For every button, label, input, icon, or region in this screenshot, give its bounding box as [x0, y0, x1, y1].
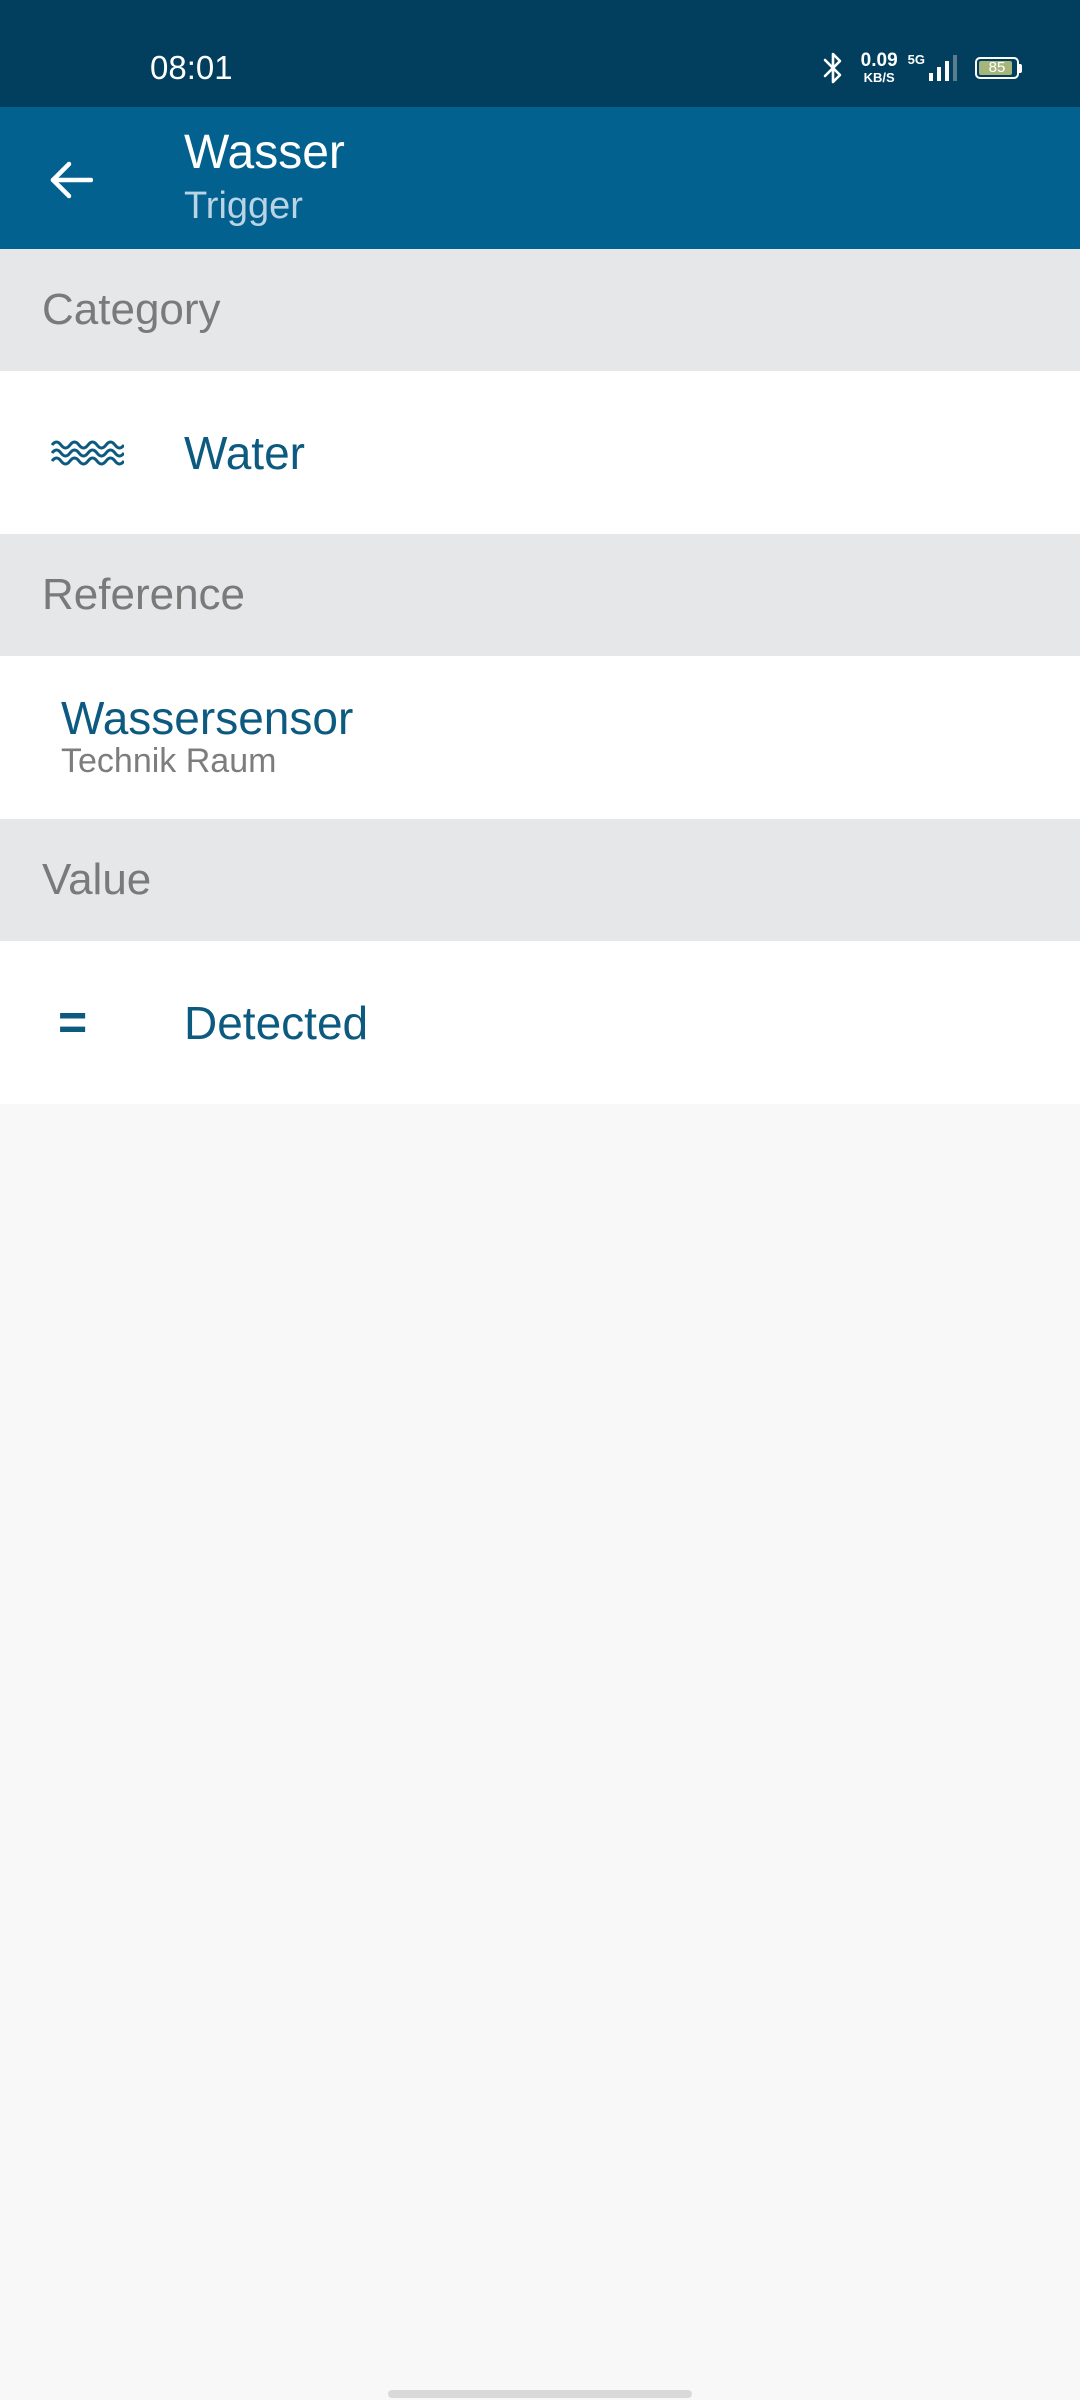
cellular-signal: 5G	[908, 53, 961, 83]
category-value: Water	[184, 427, 305, 479]
status-icons: 0.09 KB/S 5G 85	[821, 48, 1022, 88]
battery-cap	[1019, 63, 1022, 73]
network-speed-unit: KB/S	[863, 70, 895, 85]
arrow-back-icon	[50, 161, 93, 199]
bluetooth-icon	[823, 52, 841, 84]
category-header-label: Category	[42, 285, 221, 334]
category-row[interactable]: Water	[0, 371, 1080, 534]
network-type-label: 5G	[907, 52, 925, 67]
network-speed: 0.09 KB/S	[861, 51, 898, 85]
reference-header-label: Reference	[42, 570, 246, 619]
value-header-label: Value	[42, 855, 152, 904]
reference-subtitle: Technik Raum	[61, 742, 277, 780]
back-button[interactable]	[32, 141, 110, 219]
network-speed-value: 0.09	[860, 50, 898, 71]
battery-level: 85	[988, 59, 1006, 76]
status-time: 08:01	[150, 49, 233, 86]
battery-icon: 85	[975, 57, 1019, 79]
value-row[interactable]: = Detected	[0, 941, 1080, 1104]
page-title: Wasser	[184, 126, 345, 179]
water-waves-icon	[48, 425, 126, 479]
home-indicator[interactable]	[388, 2390, 692, 2398]
reference-title: Wassersensor	[61, 692, 354, 744]
status-bar: 08:01 0.09 KB/S 5G 85	[0, 0, 1080, 107]
category-section-header: Category	[0, 249, 1080, 371]
signal-icon	[929, 55, 957, 81]
equals-operator-icon: =	[58, 994, 88, 1050]
app-bar: Wasser Trigger	[0, 107, 1080, 249]
page-subtitle: Trigger	[184, 185, 303, 227]
value-section-header: Value	[0, 819, 1080, 941]
reference-section-header: Reference	[0, 534, 1080, 656]
value-label: Detected	[184, 997, 369, 1049]
reference-row[interactable]: Wassersensor Technik Raum	[0, 656, 1080, 819]
